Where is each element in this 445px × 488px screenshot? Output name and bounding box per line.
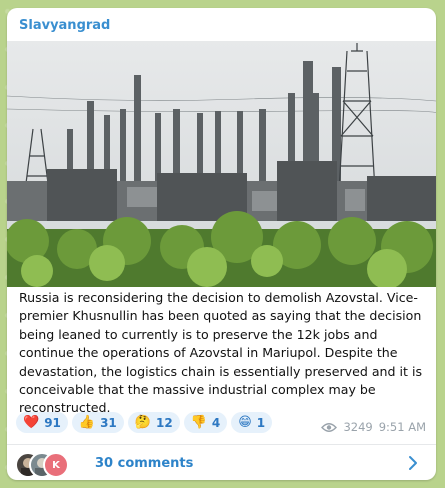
reaction-count: 1 <box>256 415 266 430</box>
reaction-grin[interactable]: 😁 1 <box>231 412 273 433</box>
channel-name[interactable]: Slavyangrad <box>19 18 110 33</box>
commenter-avatars: K <box>15 449 85 478</box>
view-count: 3249 <box>343 420 373 434</box>
message-meta: 3249 9:51 AM <box>321 420 426 434</box>
reaction-count: 91 <box>44 415 61 430</box>
reaction-count: 4 <box>211 415 221 430</box>
chevron-right-icon[interactable] <box>404 454 422 472</box>
reaction-count: 12 <box>155 415 173 430</box>
thumbs-down-icon: 👎 <box>190 415 207 430</box>
message-card: Slavyangrad Russia is reconsidering the … <box>7 8 436 480</box>
comments-bar[interactable]: K 30 comments <box>7 444 436 480</box>
reaction-thumbs-down[interactable]: 👎 4 <box>183 412 228 433</box>
thumbs-up-icon: 👍 <box>78 415 96 430</box>
heart-icon: ❤️ <box>23 415 40 430</box>
post-text: Russia is reconsidering the decision to … <box>19 290 423 416</box>
reactions-bar: ❤️ 91 👍 31 🤔 12 👎 4 😁 1 <box>16 412 273 434</box>
thinking-face-icon: 🤔 <box>134 415 151 430</box>
reaction-heart[interactable]: ❤️ 91 <box>16 412 68 433</box>
post-photo[interactable] <box>7 41 436 287</box>
comments-link[interactable]: 30 comments <box>95 456 193 471</box>
avatar: K <box>43 452 69 478</box>
grinning-face-icon: 😁 <box>238 415 252 430</box>
reaction-thinking[interactable]: 🤔 12 <box>127 412 180 433</box>
timestamp: 9:51 AM <box>378 420 426 434</box>
reaction-count: 31 <box>100 415 117 430</box>
reaction-thumbs-up[interactable]: 👍 31 <box>71 412 124 433</box>
eye-icon <box>321 422 338 432</box>
